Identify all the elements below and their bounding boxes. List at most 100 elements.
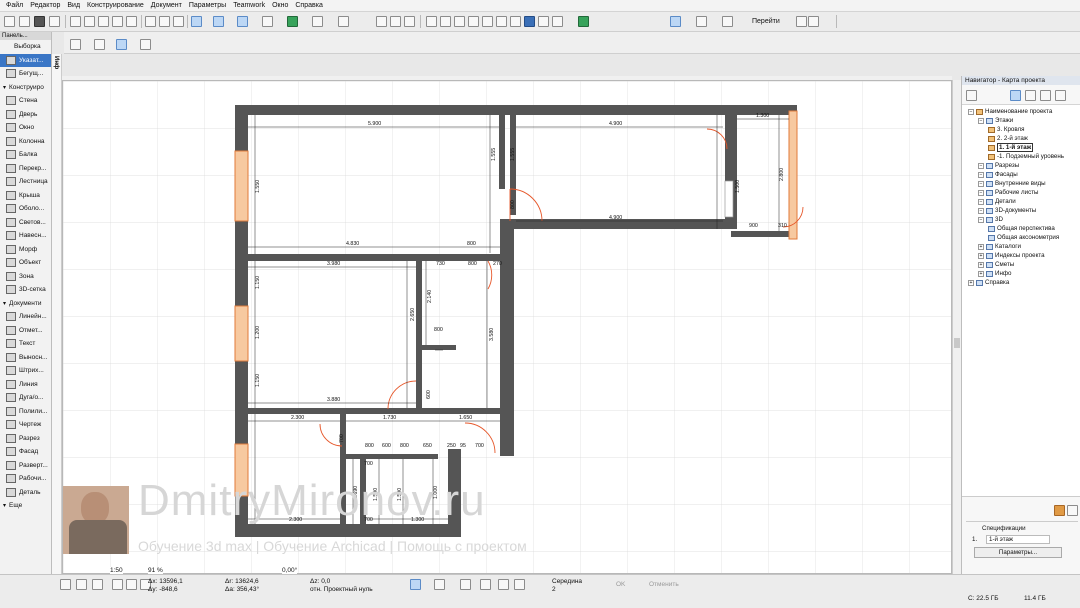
paste-icon[interactable] (98, 16, 109, 27)
spec-label[interactable]: Спецификации (982, 525, 1026, 532)
copy-icon[interactable] (84, 16, 95, 27)
toolbox-tool[interactable]: Разрез (0, 432, 51, 446)
tree-item[interactable]: − Детали (962, 197, 1080, 206)
render-icon[interactable] (578, 16, 589, 27)
collapse-icon[interactable]: − (978, 198, 984, 205)
toolbox-tool[interactable]: Чертеж (0, 418, 51, 432)
toolbox-tool[interactable]: Объект (0, 256, 51, 270)
mirror-icon[interactable] (496, 16, 507, 27)
tree-item[interactable]: + Каталоги (962, 242, 1080, 251)
layer-icon[interactable] (287, 16, 298, 27)
toolbox-category[interactable]: ▾ Документи (0, 297, 51, 311)
adjust-icon[interactable] (404, 16, 415, 27)
zoom-out-icon[interactable] (126, 579, 137, 590)
toolbox-tool[interactable]: Бегущ... (0, 67, 51, 81)
tree-item[interactable]: − Этажи (962, 116, 1080, 125)
print-icon[interactable] (49, 16, 60, 27)
model-view-icon[interactable] (670, 16, 681, 27)
menu-item[interactable]: Документ (151, 2, 182, 9)
zoom-value[interactable]: 91 % (148, 567, 163, 574)
layout-icon[interactable] (722, 16, 733, 27)
expand-icon[interactable]: + (978, 270, 984, 277)
snap-divisions[interactable]: 2 (552, 586, 556, 593)
toolbox-tool[interactable]: Морф (0, 243, 51, 257)
menu-item[interactable]: Окно (272, 2, 288, 9)
collapse-icon[interactable]: − (978, 162, 984, 169)
tree-item[interactable]: − Фасады (962, 170, 1080, 179)
folder-icon[interactable] (1054, 505, 1065, 516)
delete-icon[interactable] (1067, 505, 1078, 516)
bisector-icon[interactable] (498, 579, 509, 590)
walk-icon[interactable] (808, 16, 819, 27)
offset-icon[interactable] (454, 16, 465, 27)
snap-guide-icon[interactable] (410, 579, 421, 590)
tree-item[interactable]: Общая перспектива (962, 224, 1080, 233)
element-info-icon[interactable] (338, 16, 349, 27)
toolbox-tool[interactable]: Дуга/о... (0, 391, 51, 405)
story-name[interactable]: 1-й этаж (986, 535, 1050, 544)
explode-icon[interactable] (376, 16, 387, 27)
goto-button[interactable]: Перейти (752, 18, 780, 25)
toolbox-tool[interactable]: Окно (0, 121, 51, 135)
toolbox-tool[interactable]: Дверь (0, 108, 51, 122)
open-folder-icon[interactable] (19, 16, 30, 27)
parallel-icon[interactable] (480, 579, 491, 590)
collapse-icon[interactable]: − (978, 189, 984, 196)
toolbox-tool[interactable]: Навесн... (0, 229, 51, 243)
vertical-scrollbar[interactable] (952, 80, 961, 574)
toolbox-tool[interactable]: Балка (0, 148, 51, 162)
pick-up-icon[interactable] (145, 16, 156, 27)
magic-wand-icon[interactable] (191, 16, 202, 27)
menu-item[interactable]: Параметры (189, 2, 226, 9)
collapse-icon[interactable]: − (968, 108, 974, 115)
tree-item[interactable]: − 3D-документы (962, 206, 1080, 215)
toolbox-tool[interactable]: Отмет... (0, 324, 51, 338)
toolbox-tool[interactable]: Стена (0, 94, 51, 108)
save-icon[interactable] (34, 16, 45, 27)
info-rail[interactable]: Инф (52, 54, 62, 574)
toolbox-tool[interactable]: Крыша (0, 189, 51, 203)
publish-icon[interactable] (696, 16, 707, 27)
tree-item[interactable]: − Наименование проекта (962, 107, 1080, 116)
menu-item[interactable]: Файл (6, 2, 23, 9)
menu-item[interactable]: Teamwork (233, 2, 265, 9)
toolbox-tool[interactable]: Полили... (0, 405, 51, 419)
fillet-icon[interactable] (426, 16, 437, 27)
collapse-icon[interactable]: − (978, 117, 984, 124)
collapse-icon[interactable]: − (978, 216, 984, 223)
close-icon[interactable] (60, 579, 71, 590)
house-icon[interactable] (510, 16, 521, 27)
tree-item[interactable]: Общая аксонометрия (962, 233, 1080, 242)
toolbox-tool[interactable]: Линия (0, 378, 51, 392)
menu-item[interactable]: Редактор (30, 2, 60, 9)
menu-item[interactable]: Справка (295, 2, 322, 9)
pencil-icon[interactable] (173, 16, 184, 27)
new-file-icon[interactable] (4, 16, 15, 27)
toolbox-tool[interactable]: Фасад (0, 445, 51, 459)
cancel-button[interactable]: Отменить (649, 581, 679, 588)
tree-item[interactable]: − Разрезы (962, 161, 1080, 170)
tree-item[interactable]: + Сметы (962, 260, 1080, 269)
collapse-icon[interactable]: − (978, 180, 984, 187)
layout-book-icon[interactable] (1040, 90, 1051, 101)
tree-item[interactable]: 3. Кровля (962, 125, 1080, 134)
toolbox-category[interactable]: ▾ Еще (0, 499, 51, 513)
zoom-tool-icon[interactable] (76, 579, 87, 590)
toolbox-tool[interactable]: Деталь (0, 486, 51, 500)
cut-icon[interactable] (70, 16, 81, 27)
toolbox-tool[interactable]: Линейн... (0, 310, 51, 324)
expand-icon[interactable]: + (978, 252, 984, 259)
tree-item[interactable]: − 3D (962, 215, 1080, 224)
undo-icon[interactable] (112, 16, 123, 27)
snap-points-icon[interactable] (237, 16, 248, 27)
toolbox-tool[interactable]: Перекр... (0, 162, 51, 176)
tree-item[interactable]: -1. Подземный уровень (962, 152, 1080, 161)
toolbox-tool[interactable]: Оболо... (0, 202, 51, 216)
inject-icon[interactable] (159, 16, 170, 27)
rotated-method-icon[interactable] (116, 39, 127, 50)
snap-mode[interactable]: Середина (552, 578, 582, 585)
toolbox-tool[interactable]: Светов... (0, 216, 51, 230)
toolbox-tool[interactable]: Разверт... (0, 459, 51, 473)
tree-item[interactable]: 2. 2-й этаж (962, 134, 1080, 143)
3d-view-icon[interactable] (538, 16, 549, 27)
